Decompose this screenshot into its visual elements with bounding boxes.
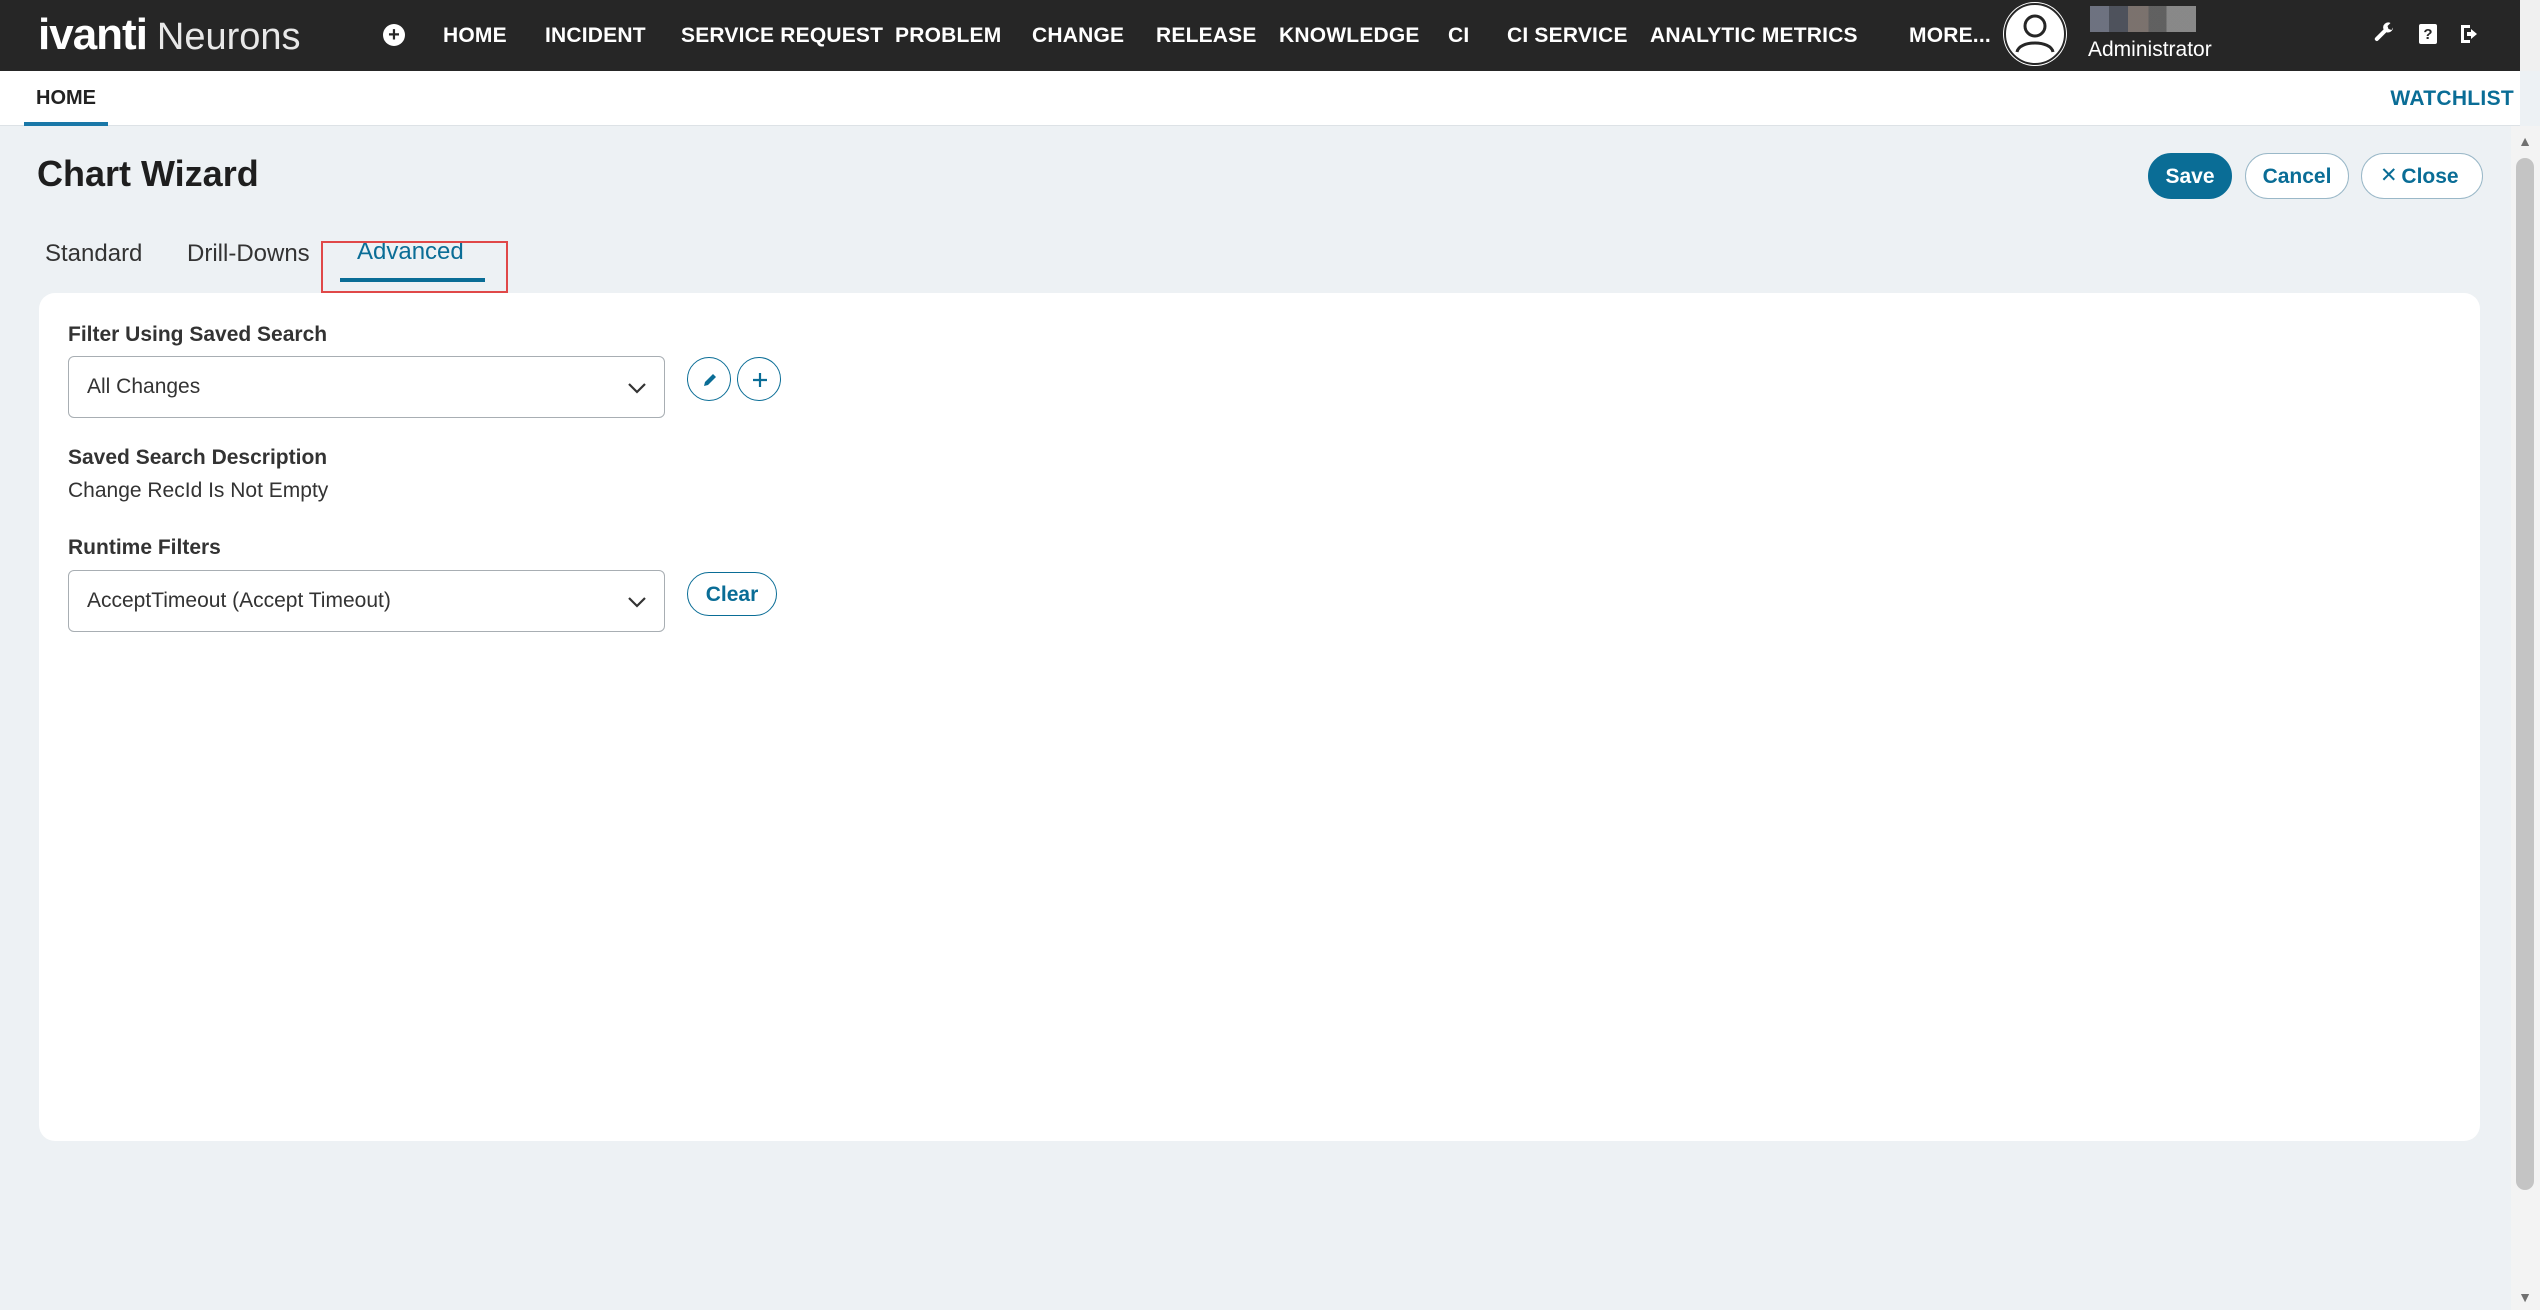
nav-item-home[interactable]: HOME	[443, 22, 507, 50]
clear-runtime-filters-button[interactable]: Clear	[687, 572, 777, 616]
scroll-up-arrow-icon[interactable]: ▲	[2516, 132, 2534, 150]
runtime-filters-label: Runtime Filters	[68, 536, 221, 559]
workspace-bar: HOME WATCHLIST	[0, 71, 2520, 126]
runtime-filters-value: AcceptTimeout (Accept Timeout)	[87, 589, 391, 612]
logo-brand-primary: ivanti	[38, 10, 148, 59]
window-scrollbar-top	[2520, 0, 2540, 71]
wrench-icon[interactable]	[2372, 22, 2396, 46]
tab-drill-downs[interactable]: Drill-Downs	[187, 240, 310, 268]
workspace-tab-home[interactable]: HOME	[24, 71, 108, 126]
top-nav-bar: ivanti Neurons + HOME INCIDENT SERVICE R…	[0, 0, 2540, 71]
nav-item-change[interactable]: CHANGE	[1032, 22, 1124, 50]
nav-item-ci[interactable]: CI	[1448, 22, 1469, 50]
page-title: Chart Wizard	[37, 153, 259, 194]
chevron-down-icon	[628, 383, 646, 394]
saved-search-description-value: Change RecId Is Not Empty	[68, 479, 329, 502]
close-icon: ✕	[2380, 164, 2398, 187]
scrollbar-thumb[interactable]	[2516, 158, 2534, 1190]
add-saved-search-button[interactable]	[737, 357, 781, 401]
advanced-settings-card: Filter Using Saved Search All Changes Sa…	[39, 293, 2480, 1141]
nav-item-incident[interactable]: INCIDENT	[545, 22, 646, 50]
saved-search-value: All Changes	[87, 375, 201, 398]
saved-search-description-label: Saved Search Description	[68, 446, 328, 469]
logo-brand-secondary: Neurons	[156, 16, 301, 58]
cancel-button[interactable]: Cancel	[2245, 153, 2349, 199]
runtime-filters-select[interactable]: AcceptTimeout (Accept Timeout)	[68, 570, 665, 632]
nav-item-ci-service[interactable]: CI SERVICE	[1507, 22, 1628, 50]
tab-advanced[interactable]: Advanced	[357, 238, 464, 266]
nav-item-release[interactable]: RELEASE	[1156, 22, 1257, 50]
active-tab-indicator	[340, 278, 485, 282]
chevron-down-icon	[628, 597, 646, 608]
filter-saved-search-label: Filter Using Saved Search	[68, 323, 328, 346]
edit-saved-search-button[interactable]	[687, 357, 731, 401]
close-button[interactable]: ✕ Close	[2361, 153, 2483, 199]
svg-text:?: ?	[2423, 26, 2432, 43]
user-avatar-icon[interactable]	[2003, 2, 2067, 66]
user-role-label: Administrator	[2088, 38, 2212, 61]
nav-item-service-request[interactable]: SERVICE REQUEST	[681, 22, 883, 50]
watchlist-link[interactable]: WATCHLIST	[2390, 87, 2514, 111]
scroll-down-arrow-icon[interactable]: ▼	[2516, 1288, 2534, 1306]
plus-circle-icon[interactable]: +	[383, 24, 405, 46]
pencil-icon	[704, 374, 716, 386]
plus-icon	[753, 373, 767, 387]
ivanti-neurons-logo[interactable]: ivanti Neurons	[38, 10, 301, 60]
saved-search-select[interactable]: All Changes	[68, 356, 665, 418]
close-button-label: Close	[2401, 165, 2459, 188]
save-button[interactable]: Save	[2148, 153, 2232, 199]
help-icon[interactable]: ?	[2416, 22, 2440, 46]
user-name-redacted	[2090, 6, 2196, 32]
nav-item-problem[interactable]: PROBLEM	[895, 22, 1001, 50]
nav-item-more[interactable]: MORE...	[1909, 22, 1991, 50]
nav-item-analytic-metrics[interactable]: ANALYTIC METRICS	[1650, 22, 1858, 50]
tab-standard[interactable]: Standard	[45, 240, 142, 268]
nav-item-knowledge[interactable]: KNOWLEDGE	[1279, 22, 1420, 50]
logout-icon[interactable]	[2458, 22, 2482, 46]
